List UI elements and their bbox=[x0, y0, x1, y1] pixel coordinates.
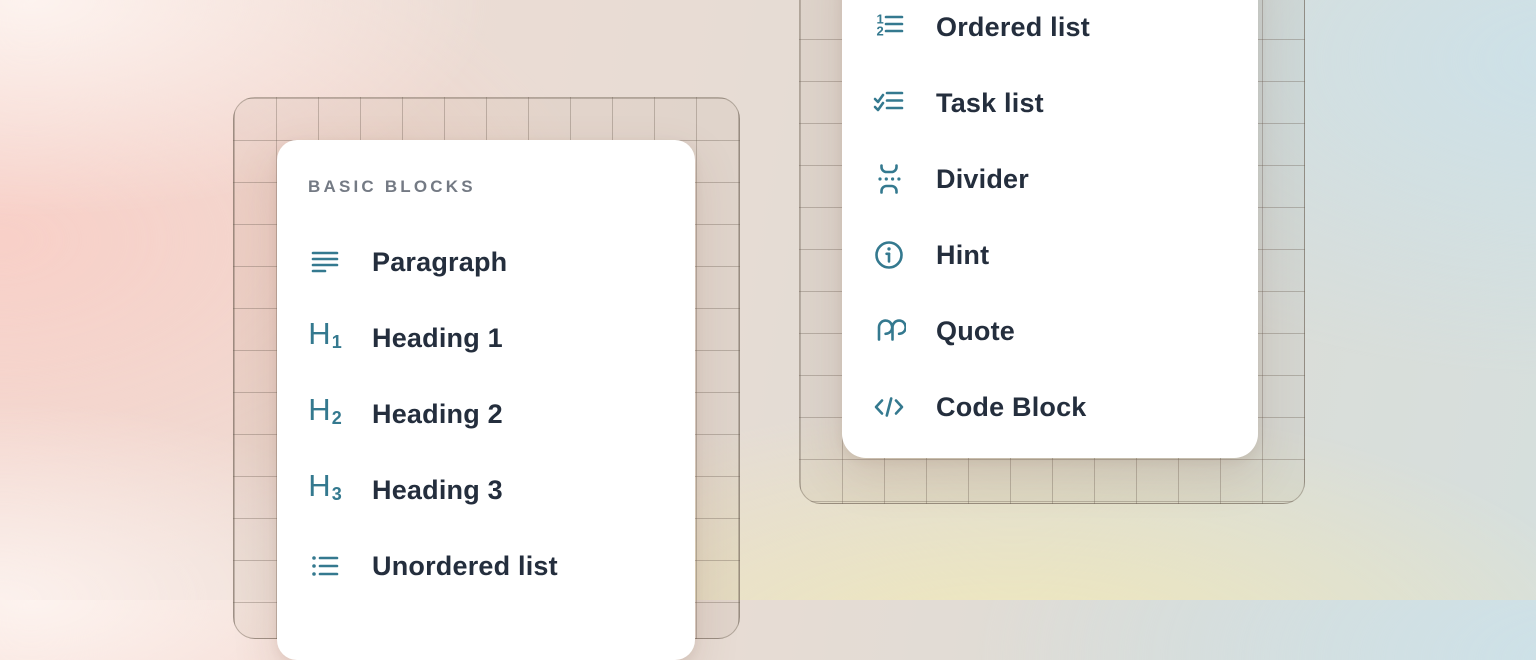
menu-item-task-list[interactable]: Task list bbox=[872, 65, 1258, 141]
section-label: BASIC BLOCKS bbox=[308, 177, 695, 197]
paragraph-icon bbox=[308, 245, 342, 279]
menu-item-label: Divider bbox=[936, 164, 1029, 195]
unordered-list-icon bbox=[308, 549, 342, 583]
menu-item-heading-3[interactable]: H3 Heading 3 bbox=[308, 452, 695, 528]
menu-item-label: Code Block bbox=[936, 392, 1087, 423]
menu-item-label: Task list bbox=[936, 88, 1044, 119]
menu-item-label: Quote bbox=[936, 316, 1015, 347]
menu-item-label: Unordered list bbox=[372, 551, 558, 582]
task-list-icon bbox=[872, 86, 906, 120]
divider-icon bbox=[872, 162, 906, 196]
menu-item-label: Ordered list bbox=[936, 12, 1090, 43]
menu-item-quote[interactable]: Quote bbox=[872, 293, 1258, 369]
heading-3-icon: H3 bbox=[308, 473, 342, 507]
menu-item-label: Hint bbox=[936, 240, 989, 271]
hint-icon bbox=[872, 238, 906, 272]
code-block-icon bbox=[872, 390, 906, 424]
blocks-menu: 1 2 Ordered list Task list bbox=[842, 0, 1258, 458]
menu-item-ordered-list[interactable]: 1 2 Ordered list bbox=[872, 0, 1258, 65]
heading-2-icon: H2 bbox=[308, 397, 342, 431]
basic-blocks-menu: BASIC BLOCKS Paragraph H1 Heading 1 H2 H… bbox=[277, 140, 695, 660]
menu-item-hint[interactable]: Hint bbox=[872, 217, 1258, 293]
menu-item-heading-2[interactable]: H2 Heading 2 bbox=[308, 376, 695, 452]
ordered-list-icon: 1 2 bbox=[872, 10, 906, 44]
menu-item-label: Heading 1 bbox=[372, 323, 503, 354]
menu-item-unordered-list[interactable]: Unordered list bbox=[308, 528, 695, 604]
svg-text:2: 2 bbox=[877, 24, 884, 39]
menu-item-divider[interactable]: Divider bbox=[872, 141, 1258, 217]
menu-item-heading-1[interactable]: H1 Heading 1 bbox=[308, 300, 695, 376]
menu-item-code-block[interactable]: Code Block bbox=[872, 369, 1258, 445]
menu-item-label: Heading 3 bbox=[372, 475, 503, 506]
heading-1-icon: H1 bbox=[308, 321, 342, 355]
menu-item-label: Paragraph bbox=[372, 247, 507, 278]
quote-icon bbox=[872, 314, 906, 348]
menu-item-paragraph[interactable]: Paragraph bbox=[308, 224, 695, 300]
menu-item-label: Heading 2 bbox=[372, 399, 503, 430]
